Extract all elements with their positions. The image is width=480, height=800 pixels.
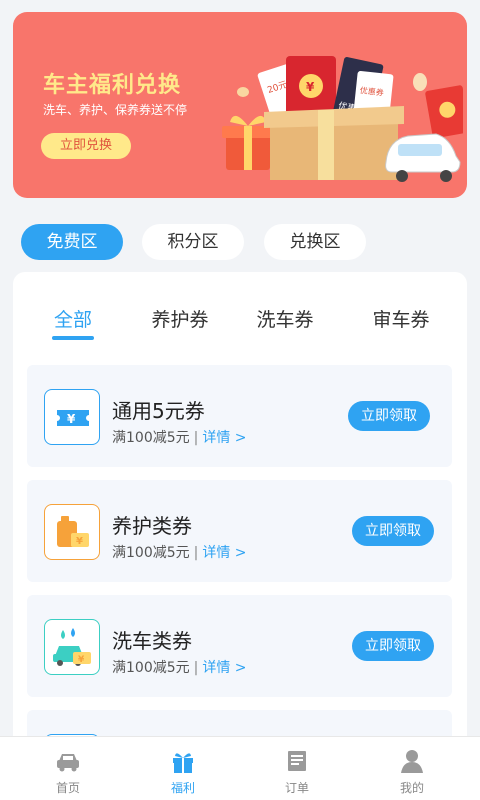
- coupon-title: 通用5元券: [112, 399, 205, 423]
- coupon-detail-link[interactable]: 详情 >: [202, 430, 246, 446]
- coupon-title: 养护类券: [112, 514, 192, 538]
- car-icon: [57, 754, 79, 772]
- gift-icon: [173, 753, 193, 773]
- tab-inspection[interactable]: 审车券: [356, 305, 446, 332]
- banner-title: 车主福利兑换: [43, 73, 182, 98]
- tab-all[interactable]: 全部: [28, 305, 118, 332]
- nav-home-label: 首页: [55, 781, 80, 795]
- zone-tab-exchange[interactable]: 兑换区: [264, 224, 366, 260]
- nav-welfare-label: 福利: [170, 781, 195, 795]
- claim-button[interactable]: 立即领取: [352, 631, 434, 661]
- ticket-icon: ¥: [44, 389, 100, 445]
- coupon-description: 满100减5元 | 详情 >: [112, 427, 247, 447]
- coupon-condition: 满100减5元: [112, 545, 190, 561]
- tab-active-indicator: [52, 336, 94, 340]
- tab-car-wash[interactable]: 洗车券: [240, 305, 330, 332]
- coupon-condition: 满100减5元: [112, 660, 190, 676]
- tab-maintenance[interactable]: 养护券: [135, 305, 225, 332]
- coupon-description: 满100减5元 | 详情 >: [112, 542, 247, 562]
- coupon-title: 洗车类券: [112, 629, 192, 653]
- nav-home[interactable]: 首页: [28, 747, 108, 796]
- svg-text:¥: ¥: [67, 412, 76, 426]
- promo-banner[interactable]: 车主福利兑换 洗车、养护、保养券送不停 立即兑换 20元 ¥ 优惠券 优惠券: [13, 12, 467, 198]
- separator: |: [193, 430, 199, 446]
- svg-text:¥: ¥: [78, 655, 85, 665]
- coupon-item: ¥ 洗车类券 满100减5元 | 详情 > 立即领取: [27, 595, 452, 697]
- banner-yen-mark: ¥: [306, 80, 315, 94]
- nav-mine-label: 我的: [399, 781, 424, 795]
- nav-orders[interactable]: 订单: [257, 747, 337, 796]
- nav-welfare[interactable]: 福利: [143, 747, 223, 796]
- nav-mine[interactable]: 我的: [372, 747, 452, 796]
- user-icon: [401, 750, 423, 773]
- separator: |: [193, 545, 199, 561]
- redeem-now-button[interactable]: 立即兑换: [41, 133, 131, 159]
- zone-tab-free[interactable]: 免费区: [21, 224, 123, 260]
- oil-can-icon: ¥: [44, 504, 100, 560]
- nav-orders-label: 订单: [284, 781, 309, 795]
- coupon-condition: 满100减5元: [112, 430, 190, 446]
- zone-tab-points[interactable]: 积分区: [142, 224, 244, 260]
- banner-subtitle: 洗车、养护、保养券送不停: [43, 103, 188, 117]
- separator: |: [193, 660, 199, 676]
- claim-button[interactable]: 立即领取: [352, 516, 434, 546]
- coupon-item: ¥ 通用5元券 满100减5元 | 详情 > 立即领取: [27, 365, 452, 467]
- claim-button[interactable]: 立即领取: [348, 401, 430, 431]
- svg-text:¥: ¥: [76, 536, 83, 547]
- order-icon: [288, 751, 306, 771]
- coupon-detail-link[interactable]: 详情 >: [202, 660, 246, 676]
- car-wash-icon: ¥: [44, 619, 100, 675]
- bottom-navigation: 首页 福利 订单 我的: [0, 736, 480, 800]
- coupon-description: 满100减5元 | 详情 >: [112, 657, 247, 677]
- coupon-card: 全部 养护券 洗车券 审车券 ¥ 通用5元券 满100减5元 | 详情 > 立即领取…: [13, 272, 467, 752]
- coupon-item: ¥ 养护类券 满100减5元 | 详情 > 立即领取: [27, 480, 452, 582]
- gift-box-illustration: 20元 ¥ 优惠券 优惠券: [222, 56, 463, 182]
- coupon-detail-link[interactable]: 详情 >: [202, 545, 246, 561]
